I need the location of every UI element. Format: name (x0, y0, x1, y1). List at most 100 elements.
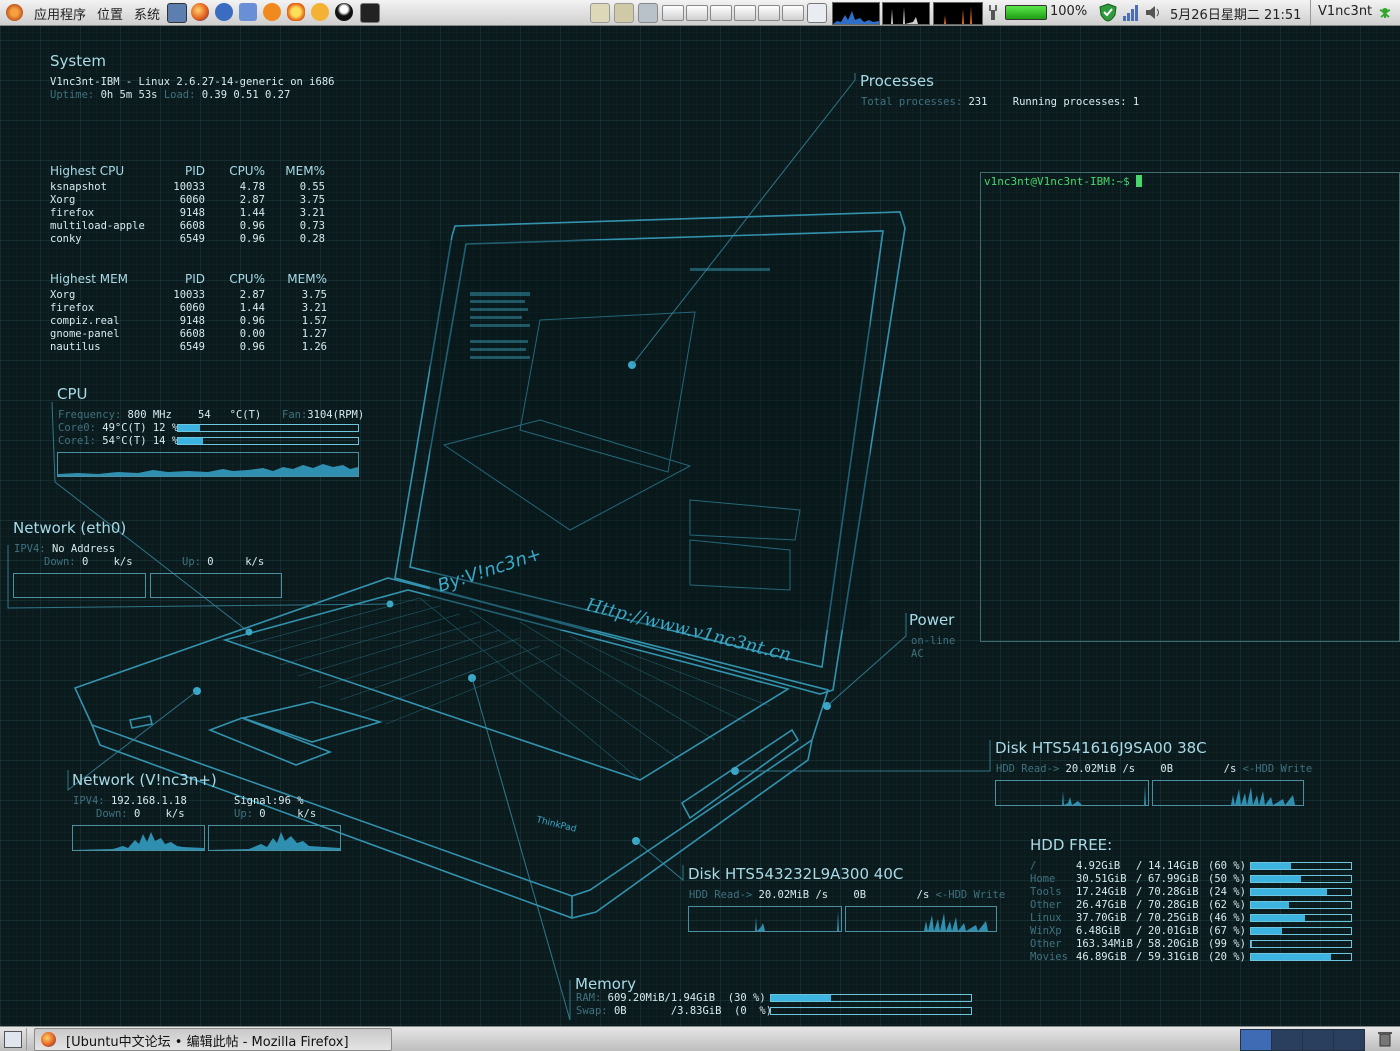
process-cpu: 0.96 (239, 341, 265, 353)
disk2-write-graph (845, 906, 997, 932)
process-cpu: 0.00 (239, 328, 265, 340)
workspace-3[interactable] (1302, 1029, 1334, 1051)
partition-used: 30.51GiB (1076, 873, 1127, 885)
eth0-up-row: Up: 0 k/s (182, 556, 264, 569)
partition-name: / (1030, 860, 1037, 872)
memory-title: Memory (575, 975, 637, 993)
ip-label: IPV4: (73, 795, 105, 807)
partition-total: 70.28GiB (1148, 886, 1199, 898)
process-cpu: 0.96 (239, 233, 265, 245)
core1-temp: 54°C(T) (102, 435, 147, 447)
partition-percent: (99 %) (1208, 938, 1246, 950)
workspace-2[interactable] (1271, 1029, 1303, 1051)
partition-name: Other (1030, 938, 1062, 950)
cpu-title: CPU (57, 385, 88, 403)
partition-separator: / (1136, 899, 1143, 911)
power-status: on-line (911, 635, 956, 647)
signal-value: 96 % (278, 795, 304, 807)
table-row: nautilus 6549 0.96 1.26 (50, 341, 327, 354)
system-line: V1nc3nt-IBM - Linux 2.6.27-14-generic on… (50, 76, 335, 88)
wifi-up-graph (208, 825, 341, 851)
ram-bar-fill (771, 995, 831, 1001)
pid-header: PID (184, 272, 205, 286)
disk-write-unit: /s (1223, 763, 1237, 775)
process-pid: 6549 (179, 233, 205, 245)
process-cpu: 0.96 (239, 315, 265, 327)
workspace-1[interactable] (1240, 1029, 1272, 1051)
swap-label: Swap: (576, 1005, 608, 1017)
partition-used: 46.89GiB (1076, 951, 1127, 963)
process-pid: 6060 (179, 302, 205, 314)
process-mem: 1.26 (301, 341, 327, 353)
table-row: firefox 9148 1.44 3.21 (50, 207, 325, 220)
core0-temp: 49°C(T) (102, 422, 147, 434)
net-wifi-title: Network (V!nc3n+) (72, 771, 217, 789)
mem-header: MEM% (285, 164, 325, 178)
partition-used: 37.70GiB (1076, 912, 1127, 924)
running-processes-value: 1 (1132, 96, 1140, 108)
terminal-prompt: v1nc3nt@V1nc3nt-IBM:~$ (984, 175, 1130, 188)
ip-value: No Address (51, 543, 116, 555)
partition-bar-fill (1251, 941, 1252, 947)
process-pid: 6060 (179, 194, 205, 206)
process-name: firefox (50, 207, 95, 219)
process-pid: 6549 (179, 341, 205, 353)
up-unit: k/s (297, 808, 317, 820)
swap-value: 0B (613, 1005, 627, 1017)
cpu-graph (57, 452, 359, 477)
partition-bar-fill (1251, 915, 1305, 921)
fan-label: Fan: (282, 409, 308, 421)
partition-total: 70.28GiB (1148, 899, 1199, 911)
ip-label: IPV4: (14, 543, 46, 555)
terminal-window[interactable]: v1nc3nt@V1nc3nt-IBM:~$ (980, 172, 1400, 642)
table-row: Xorg 6060 2.87 3.75 (50, 194, 325, 207)
taskbar-button-firefox[interactable]: [Ubuntu中文论坛 • 编辑此帖 - Mozilla Firefox] (34, 1028, 392, 1051)
disk-read-value: 20.02MiB /s (1065, 763, 1136, 775)
table-row: gnome-panel 6608 0.00 1.27 (50, 328, 327, 341)
partition-total: 70.25GiB (1148, 912, 1199, 924)
trash-icon[interactable] (1376, 1030, 1394, 1047)
partition-bar (1250, 862, 1352, 870)
disk1-write-graph (1152, 780, 1304, 806)
process-cpu: 4.78 (239, 181, 265, 193)
bottom-panel: [Ubuntu中文论坛 • 编辑此帖 - Mozilla Firefox] (0, 1026, 1400, 1051)
ip-value: 192.168.1.18 (110, 795, 187, 807)
partition-name: Home (1030, 873, 1056, 885)
process-name: firefox (50, 302, 95, 314)
partition-total: 67.99GiB (1148, 873, 1199, 885)
process-mem: 1.57 (301, 315, 327, 327)
partition-bar-fill (1251, 954, 1331, 960)
partition-used: 163.34MiB (1076, 938, 1133, 950)
process-pid: 6608 (179, 328, 205, 340)
partition-bar-fill (1251, 902, 1289, 908)
highest-mem-table: Highest MEM PID CPU% MEM% Xorg 10033 2.87 3… (50, 272, 327, 354)
core0-percent: 12 % (152, 422, 179, 434)
process-mem: 0.55 (299, 181, 325, 193)
process-name: multiload-apple (50, 220, 145, 232)
process-name: Xorg (50, 194, 76, 206)
highest-mem-title: Highest MEM (50, 272, 129, 286)
partition-separator: / (1136, 860, 1143, 872)
terminal-cursor (1136, 175, 1143, 187)
partition-percent: (50 %) (1208, 873, 1246, 885)
partition-bar-fill (1251, 889, 1327, 895)
core0-label: Core0: (58, 422, 96, 434)
workspace-4[interactable] (1333, 1029, 1365, 1051)
partition-total: 20.01GiB (1148, 925, 1199, 937)
process-mem: 3.21 (299, 207, 325, 219)
highest-cpu-title: Highest CPU (50, 164, 125, 178)
disk2-title: Disk HTS543232L9A300 40C (688, 865, 904, 883)
cpu-header: CPU% (229, 272, 265, 286)
up-value: 0 (207, 556, 214, 568)
show-desktop-icon[interactable] (4, 1031, 22, 1048)
system-title: System (50, 52, 106, 70)
disk-write-label: <-HDD Write (1242, 763, 1313, 775)
terminal-prompt-line[interactable]: v1nc3nt@V1nc3nt-IBM:~$ (984, 175, 1143, 188)
disk-write-value: 0B (1160, 763, 1174, 775)
total-processes-value: 231 (968, 96, 988, 108)
swap-percent: (0 %) (734, 1005, 773, 1017)
process-pid: 10033 (173, 289, 205, 301)
cpu-header: CPU% (229, 164, 265, 178)
partition-percent: (24 %) (1208, 886, 1246, 898)
disk-read-label: HDD Read-> (689, 889, 753, 901)
